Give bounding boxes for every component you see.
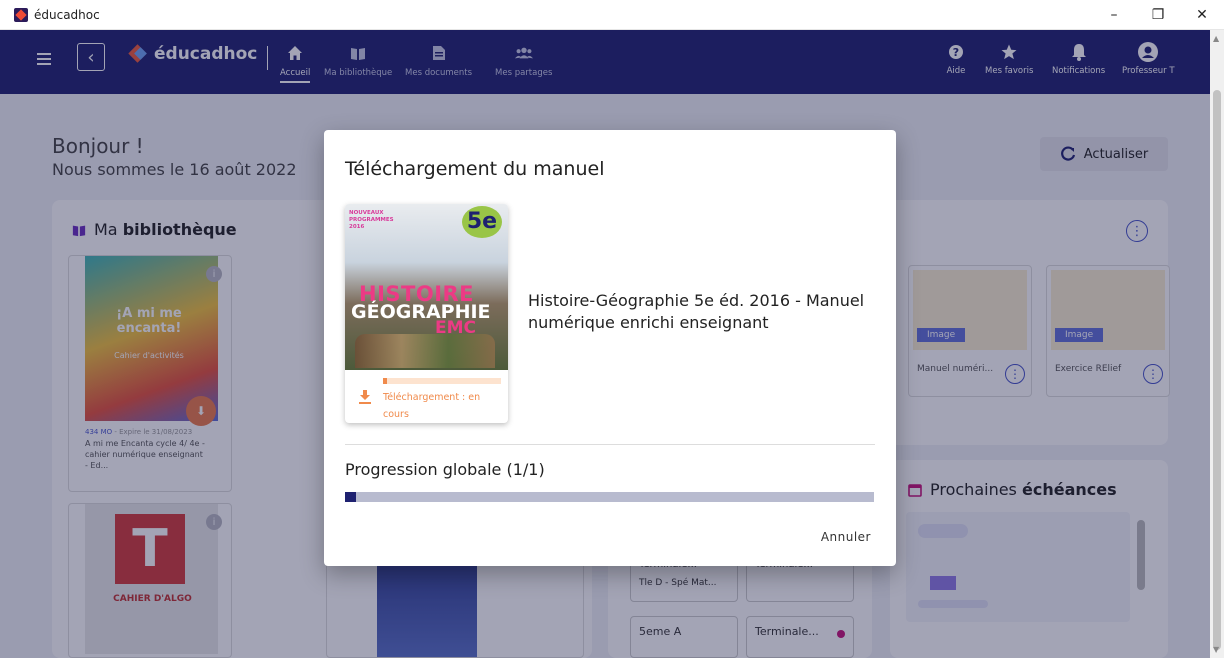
- window-title: éducadhoc: [34, 7, 100, 22]
- book-cover: NOUVEAUX PROGRAMMES 2016 5e HISTOIRE GÉO…: [345, 204, 508, 370]
- scroll-down-icon[interactable]: ▼: [1213, 645, 1219, 654]
- global-progress-bar: [345, 492, 874, 502]
- minimize-button[interactable]: –: [1092, 0, 1136, 30]
- new-program-badge: NOUVEAUX PROGRAMMES 2016: [349, 210, 394, 230]
- dialog-divider: [345, 444, 875, 445]
- item-progress-bar: [383, 378, 501, 384]
- cover-line3: EMC: [435, 318, 477, 338]
- window-controls: – ❐ ✕: [1092, 0, 1224, 30]
- dialog-title: Téléchargement du manuel: [345, 158, 605, 180]
- app-icon: [14, 7, 28, 22]
- grade-badge: 5e: [462, 206, 502, 238]
- global-progress-label: Progression globale (1/1): [345, 460, 545, 479]
- page-scrollbar[interactable]: ▲ ▼: [1210, 30, 1224, 658]
- download-status: Téléchargement : en cours: [383, 392, 481, 420]
- book-download-card: NOUVEAUX PROGRAMMES 2016 5e HISTOIRE GÉO…: [345, 204, 508, 423]
- download-dialog: Téléchargement du manuel NOUVEAUX PROGRA…: [324, 130, 896, 566]
- window-titlebar: éducadhoc – ❐ ✕: [0, 0, 1224, 30]
- restore-button[interactable]: ❐: [1136, 0, 1180, 30]
- scroll-up-icon[interactable]: ▲: [1213, 34, 1219, 43]
- download-icon: [359, 390, 371, 404]
- close-button[interactable]: ✕: [1180, 0, 1224, 30]
- item-progress-fill: [383, 378, 387, 384]
- cancel-button[interactable]: Annuler: [821, 530, 871, 544]
- cover-illustration: [355, 334, 495, 368]
- global-progress-fill: [345, 492, 356, 502]
- scrollbar-thumb[interactable]: [1213, 90, 1221, 650]
- book-name: Histoire-Géographie 5e éd. 2016 - Manuel…: [528, 291, 865, 332]
